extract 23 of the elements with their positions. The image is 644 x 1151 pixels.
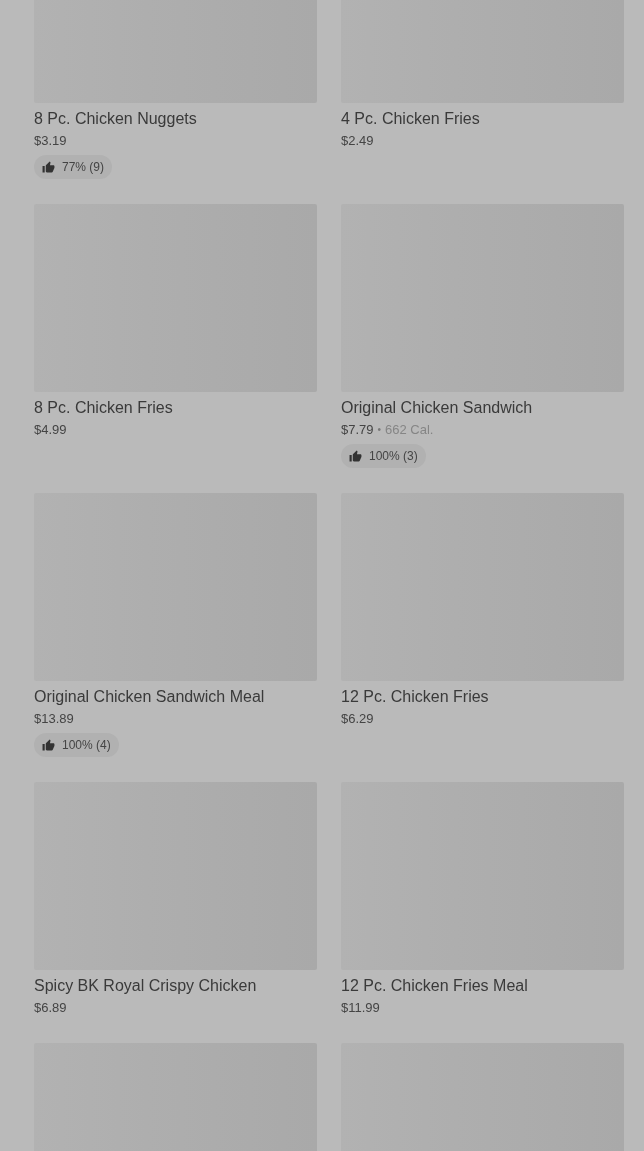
rating-badge: 100% (3) (341, 444, 426, 468)
rating-badge: 100% (4) (34, 733, 119, 757)
thumbs-up-icon (349, 449, 362, 463)
item-name: 12 Pc. Chicken Fries (341, 687, 489, 707)
item-name: 8 Pc. Chicken Nuggets (34, 109, 197, 129)
item-price: $6.89 (34, 999, 67, 1017)
item-price: $2.49 (341, 132, 374, 150)
item-name: 4 Pc. Chicken Fries (341, 109, 480, 129)
item-price: $3.19 (34, 132, 67, 150)
item-price: $11.99 (341, 999, 380, 1017)
thumbs-up-icon (42, 738, 55, 752)
separator-dot: • (377, 423, 382, 437)
item-name: 8 Pc. Chicken Fries (34, 398, 173, 418)
item-price: $13.89 (34, 710, 74, 728)
item-price: $4.99 (34, 421, 67, 439)
item-name: Original Chicken Sandwich Meal (34, 687, 265, 707)
item-name: Spicy BK Royal Crispy Chicken (34, 976, 257, 996)
item-price: $6.29 (341, 710, 374, 728)
rating-badge: 77% (9) (34, 155, 113, 179)
item-name: 12 Pc. Chicken Fries Meal (341, 976, 528, 996)
thumbs-up-icon (42, 160, 55, 174)
item-name: Original Chicken Sandwich (341, 398, 533, 418)
item-price: $7.79 (341, 421, 374, 439)
